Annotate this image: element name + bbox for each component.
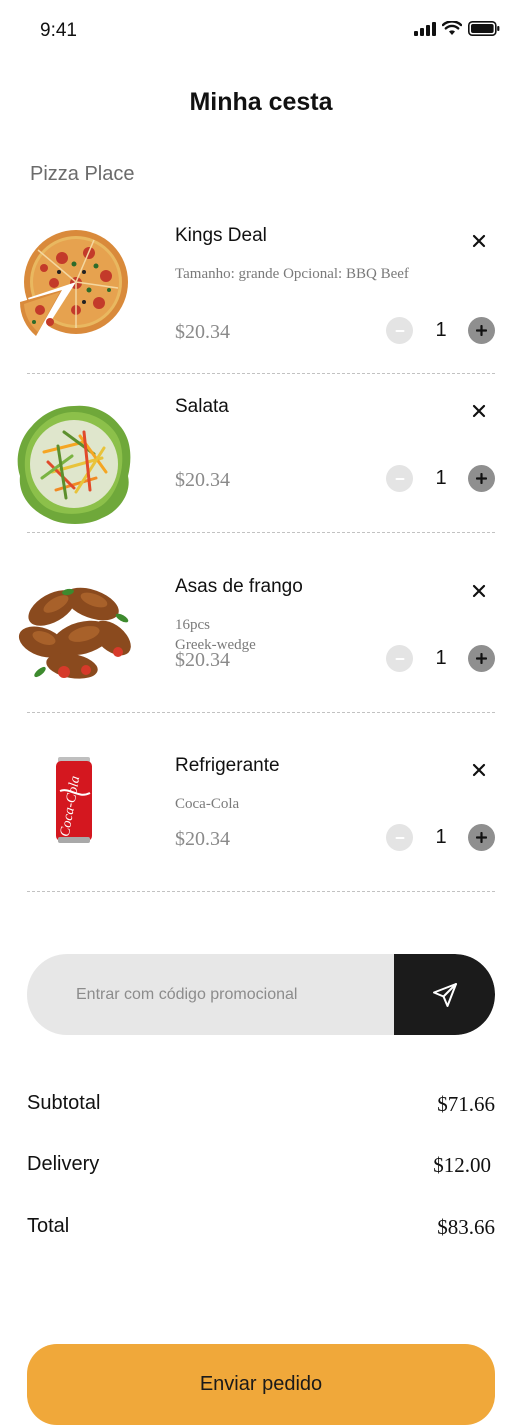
delivery-row: Delivery $12.00 [27,1153,495,1183]
cart-item: Kings Deal Tamanho: grande Opcional: BBQ… [0,200,522,380]
item-divider [27,532,495,533]
decrease-quantity-button[interactable] [386,465,413,492]
chicken-wings-image [12,568,142,688]
item-options: Coca-Cola [175,796,240,812]
cart-list: Kings Deal Tamanho: grande Opcional: BBQ… [0,200,522,920]
item-divider [27,712,495,713]
quantity-stepper: 1 [386,317,496,345]
item-price: $20.34 [175,469,230,491]
promo-code-bar [27,954,495,1035]
subtotal-value: $71.66 [437,1092,495,1116]
minus-icon [395,329,404,332]
remove-item-button[interactable] [469,231,489,251]
cart-item: Asas de frango 16pcs $20.34 1 [0,560,522,740]
item-options: Tamanho: grande Opcional: BBQ Beef [175,266,409,282]
remove-item-button[interactable] [469,581,489,601]
item-name: Asas de frango [175,576,303,597]
quantity-value: 1 [435,467,447,489]
cart-item: Salata Greek-wedge $20.34 1 [0,380,522,653]
submit-order-button[interactable]: Enviar pedido [27,1344,495,1425]
remove-item-button[interactable] [469,401,489,421]
apply-promo-button[interactable] [394,954,495,1035]
page-title: Minha cesta [189,88,333,116]
plus-icon [476,832,487,843]
quantity-value: 1 [435,319,447,341]
pizza-image [14,228,134,348]
plus-icon [476,473,487,484]
soda-can-image: Coca-Cola [14,751,134,871]
send-icon [432,982,457,1007]
quantity-stepper: 1 [386,824,496,852]
signal-icon [414,21,436,36]
increase-quantity-button[interactable] [468,465,495,492]
restaurant-name: Pizza Place [30,163,135,185]
increase-quantity-button[interactable] [468,317,495,344]
subtotal-row: Subtotal $71.66 [27,1092,495,1122]
close-icon [472,234,486,248]
increase-quantity-button[interactable] [468,645,495,672]
quantity-stepper: 1 [386,465,496,493]
battery-icon [468,21,500,36]
total-row: Total $83.66 [27,1215,495,1245]
status-time: 9:41 [40,20,77,41]
item-options: 16pcs [175,617,210,633]
cart-item: Coca-Cola Refrigerante Coca-Cola $20.34 … [0,740,522,920]
minus-icon [395,657,404,660]
item-price: $20.34 [175,828,230,850]
plus-icon [476,653,487,664]
quantity-value: 1 [435,826,447,848]
item-name: Refrigerante [175,755,280,776]
close-icon [472,763,486,777]
subtotal-label: Subtotal [27,1092,101,1114]
quantity-value: 1 [435,647,447,669]
salad-image [14,402,134,524]
minus-icon [395,836,404,839]
status-bar: 9:41 [0,0,522,60]
item-divider [27,373,495,374]
plus-icon [476,325,487,336]
close-icon [472,584,486,598]
item-name: Salata [175,396,229,417]
total-value: $83.66 [437,1215,495,1239]
total-label: Total [27,1215,70,1237]
item-name: Kings Deal [175,225,267,246]
item-price: $20.34 [175,649,230,671]
wifi-icon [442,21,462,35]
status-icons [414,21,500,36]
item-price: $20.34 [175,321,230,343]
delivery-label: Delivery [27,1153,100,1175]
quantity-stepper: 1 [386,645,496,673]
minus-icon [395,477,404,480]
item-divider [27,891,495,892]
remove-item-button[interactable] [469,760,489,780]
delivery-value: $12.00 [433,1153,491,1177]
increase-quantity-button[interactable] [468,824,495,851]
decrease-quantity-button[interactable] [386,824,413,851]
decrease-quantity-button[interactable] [386,317,413,344]
decrease-quantity-button[interactable] [386,645,413,672]
close-icon [472,404,486,418]
promo-code-input[interactable] [27,954,394,1035]
